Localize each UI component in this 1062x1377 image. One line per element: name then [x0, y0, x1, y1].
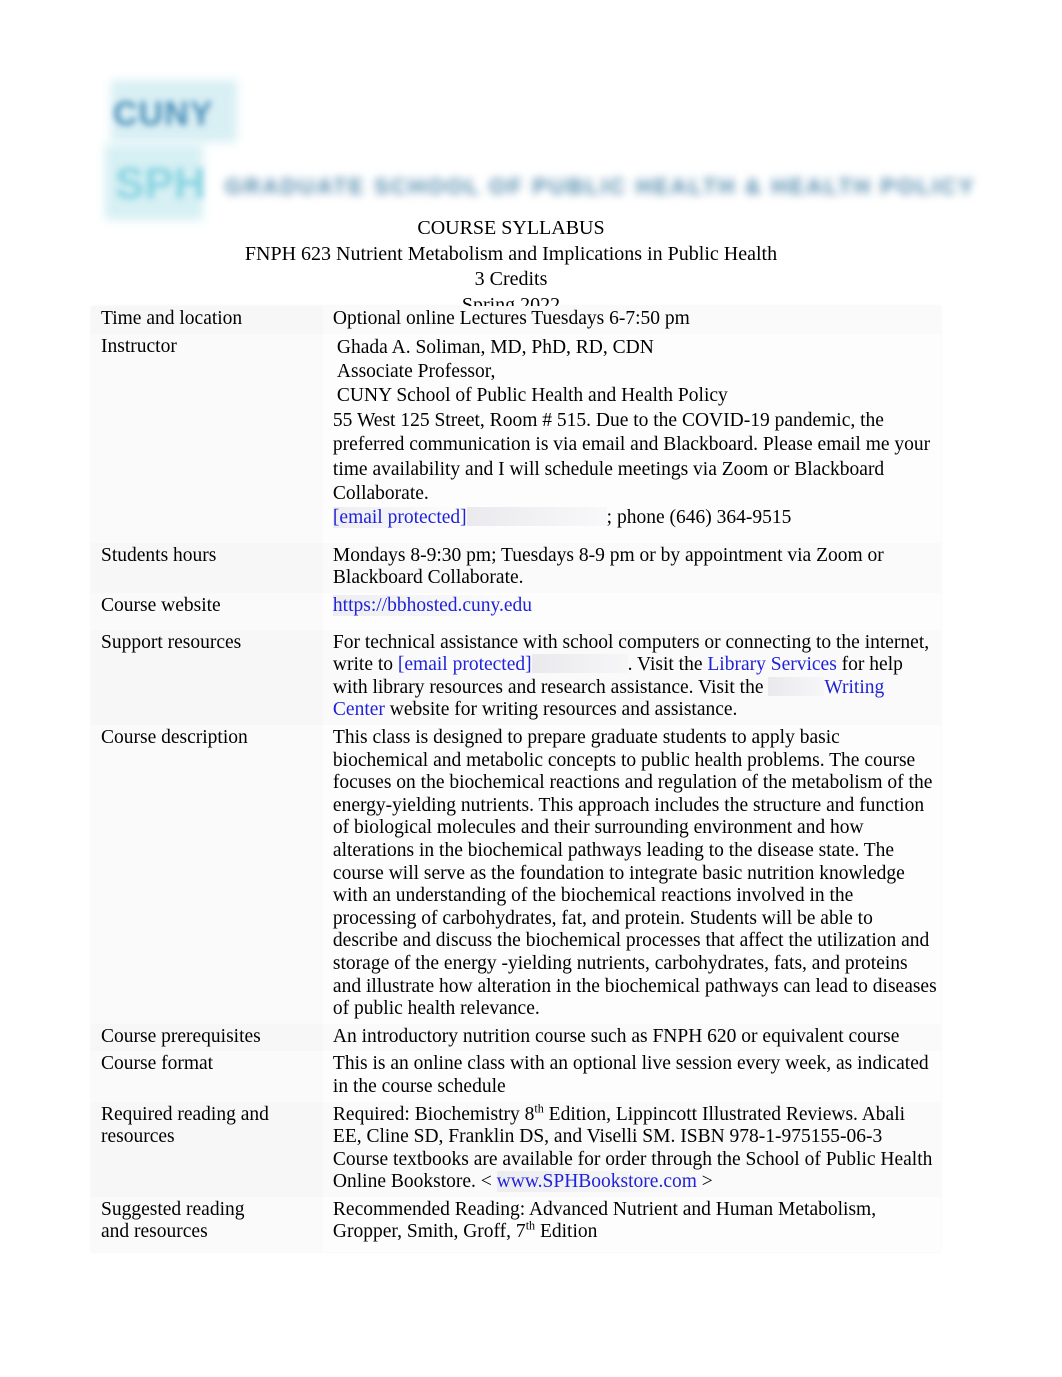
required-reading-text-4: > [701, 1171, 713, 1193]
row-label-suggested-reading: Suggested reading and resources [91, 1196, 323, 1253]
support-email-link[interactable]: [email protected] [398, 654, 532, 675]
table-row: Course format This is an online class wi… [91, 1051, 941, 1102]
email-redaction-bar [531, 654, 628, 674]
course-website-link[interactable]: https://bbhosted.cuny.edu [332, 595, 533, 617]
instructor-rank: Associate Professor, [336, 361, 496, 382]
row-label-students-hours: Students hours [91, 542, 323, 594]
sph-bookstore-link[interactable]: www.SPHBookstore.com [496, 1171, 697, 1193]
row-value-support-resources: For technical assistance with school com… [322, 629, 941, 725]
suggested-reading-label-line1: Suggested reading [101, 1198, 245, 1220]
required-reading-label-line2: resources [101, 1126, 175, 1148]
instructor-paragraph: 55 West 125 Street, Room # 515. Due to t… [332, 409, 931, 505]
email-redaction-bar [466, 507, 607, 527]
table-row: Instructor Ghada A. Soliman, MD, PhD, RD… [91, 333, 941, 543]
row-label-course-description: Course description [91, 725, 323, 1024]
row-spacer [333, 1244, 937, 1249]
syllabus-table: Time and location Optional online Lectur… [91, 306, 941, 1253]
writing-center-link-part2[interactable]: Center [333, 699, 385, 720]
row-label-course-format: Course format [91, 1051, 323, 1102]
row-label-support-resources: Support resources [91, 629, 323, 725]
row-spacer [333, 618, 937, 627]
row-label-time-and-location: Time and location [91, 306, 323, 334]
suggested-reading-text-2: Edition [539, 1221, 598, 1243]
required-reading-superscript: th [534, 1101, 544, 1115]
masthead: CUNY SPH GRADUATE SCHOOL OF PUBLIC HEALT… [105, 70, 976, 220]
row-value-students-hours: Mondays 8-9:30 pm; Tuesdays 8-9 pm or by… [322, 542, 941, 594]
instructor-contact-line: [email protected] ; phone (646) 364-9515 [332, 506, 937, 530]
row-value-time-and-location: Optional online Lectures Tuesdays 6-7:50… [322, 306, 941, 334]
row-spacer [333, 531, 937, 540]
course-title: FNPH 623 Nutrient Metabolism and Implica… [244, 242, 778, 265]
row-label-course-website: Course website [91, 593, 323, 630]
masthead-banner-text: GRADUATE SCHOOL OF PUBLIC HEALTH & HEALT… [225, 174, 976, 199]
logo-cuny-wordmark: CUNY [113, 95, 214, 133]
writing-center-link-part1[interactable]: Writing [824, 677, 884, 698]
table-row: Students hours Mondays 8-9:30 pm; Tuesda… [91, 542, 941, 594]
row-value-instructor: Ghada A. Soliman, MD, PhD, RD, CDN Assoc… [322, 333, 941, 543]
table-row: Suggested reading and resources Recommen… [91, 1196, 941, 1253]
required-reading-label-line1: Required reading and [101, 1103, 269, 1125]
support-text-4: website for writing resources and assist… [389, 699, 738, 721]
row-value-course-prerequisites: An introductory nutrition course such as… [322, 1023, 941, 1052]
instructor-phone: ; phone (646) 364-9515 [606, 507, 792, 529]
suggested-reading-text-1: Recommended Reading: Advanced Nutrient a… [332, 1198, 877, 1243]
cuny-sph-logo: CUNY SPH [105, 72, 237, 220]
suggested-reading-superscript: th [525, 1218, 536, 1233]
library-services-link[interactable]: Library Services [707, 654, 836, 675]
row-label-required-reading: Required reading and resources [91, 1101, 323, 1197]
instructor-name: Ghada A. Soliman, MD, PhD, RD, CDN [336, 336, 654, 358]
row-value-course-description: This class is designed to prepare gradua… [322, 725, 941, 1024]
layout-gap-bar [768, 676, 825, 696]
support-text-2: . Visit the [627, 654, 703, 676]
row-value-course-website: https://bbhosted.cuny.edu [322, 593, 941, 630]
required-reading-text-1: Required: Biochemistry 8 [332, 1103, 535, 1125]
table-row: Time and location Optional online Lectur… [91, 306, 941, 334]
suggested-reading-label-line2: and resources [101, 1221, 208, 1243]
logo-sph-mark: SPH [115, 159, 206, 208]
table-row: Support resources For technical assistan… [91, 629, 941, 725]
table-row: Course website https://bbhosted.cuny.edu [91, 593, 941, 630]
document-page: CUNY SPH GRADUATE SCHOOL OF PUBLIC HEALT… [0, 0, 1062, 1377]
table-row: Course description This class is designe… [91, 725, 941, 1024]
instructor-school: CUNY School of Public Health and Health … [336, 385, 728, 407]
row-label-course-prerequisites: Course prerequisites [91, 1023, 323, 1052]
table-row: Required reading and resources Required:… [91, 1101, 941, 1197]
row-value-required-reading: Required: Biochemistry 8th Edition, Lipp… [322, 1101, 941, 1197]
row-label-instructor: Instructor [91, 333, 323, 543]
table-row: Course prerequisites An introductory nut… [91, 1023, 941, 1052]
row-value-suggested-reading: Recommended Reading: Advanced Nutrient a… [322, 1196, 941, 1253]
row-value-course-format: This is an online class with an optional… [322, 1051, 941, 1102]
syllabus-heading: COURSE SYLLABUS [417, 217, 605, 239]
instructor-email-link[interactable]: [email protected] [332, 507, 467, 529]
course-credits: 3 Credits [474, 268, 548, 290]
title-block: COURSE SYLLABUS FNPH 623 Nutrient Metabo… [90, 216, 932, 318]
